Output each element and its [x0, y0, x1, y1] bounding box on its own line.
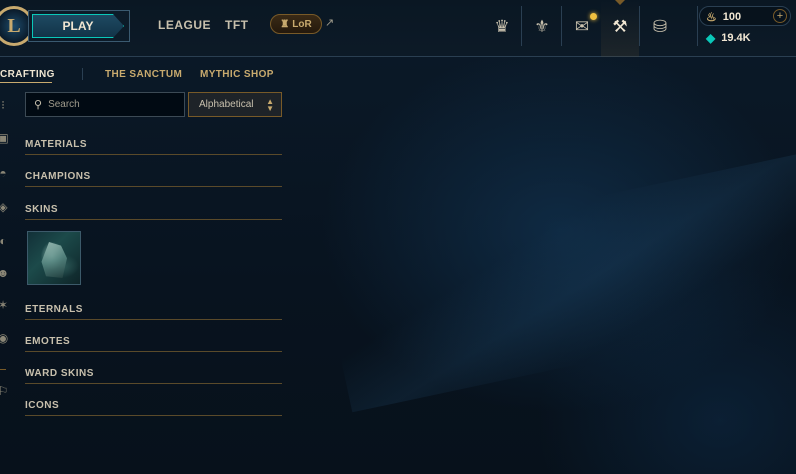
category-emotes[interactable]: EMOTES — [25, 336, 282, 352]
be-value: 19.4K — [721, 32, 751, 44]
search-field[interactable]: ⚲ — [25, 92, 185, 117]
tab-mythic-shop[interactable]: MYTHIC SHOP — [200, 69, 274, 80]
divider — [639, 6, 640, 46]
sort-dropdown[interactable]: Alphabetical ▲ ▼ — [188, 92, 282, 117]
crafting-icon[interactable]: ⚒ — [601, 10, 639, 44]
grid-icon[interactable]: ⁝ — [0, 98, 10, 112]
buy-rp-button[interactable]: + — [773, 9, 787, 23]
wand-icon[interactable]: ⚐ — [0, 384, 10, 398]
card-icon[interactable]: ▣ — [0, 131, 10, 145]
skin-shard-tile[interactable] — [27, 231, 81, 285]
chevron-down-icon: ▼ — [266, 104, 274, 113]
rail-divider — [0, 369, 6, 370]
category-divider — [25, 415, 282, 416]
notification-dot — [590, 13, 597, 20]
nav-league[interactable]: LEAGUE — [158, 18, 211, 32]
category-divider — [25, 186, 282, 187]
category-divider — [25, 219, 282, 220]
orb-icon[interactable]: ◐ — [0, 234, 10, 248]
top-bar: L PLAY LEAGUE TFT ♜ LoR ↗ ♛ ⚜ ✉ ⚒ ⛁ ♨ 10… — [0, 0, 796, 57]
mastery-icon[interactable]: ⚜ — [523, 10, 561, 44]
skin-artwork — [41, 242, 67, 278]
search-icon: ⚲ — [34, 99, 43, 111]
search-input[interactable] — [48, 99, 174, 110]
star-icon[interactable]: ✶ — [0, 298, 10, 312]
active-caret-icon — [615, 0, 625, 5]
category-divider — [25, 154, 282, 155]
sort-selected: Alphabetical — [199, 99, 254, 110]
rp-coin-icon: ♨ — [706, 10, 717, 24]
external-link-icon: ↗ — [325, 17, 335, 29]
nav-tft[interactable]: TFT — [225, 18, 249, 32]
category-divider — [25, 351, 282, 352]
emote-icon[interactable]: ☻ — [0, 266, 10, 280]
category-champions[interactable]: CHAMPIONS — [25, 171, 282, 187]
lor-icon: ♜ — [280, 18, 290, 30]
rp-value: 100 — [722, 11, 742, 23]
store-icon[interactable]: ⛁ — [641, 10, 679, 44]
tab-crafting[interactable]: CRAFTING — [0, 69, 55, 80]
lor-button[interactable]: ♜ LoR — [270, 14, 322, 34]
divider — [561, 6, 562, 46]
trophy-icon[interactable]: ♛ — [483, 10, 521, 44]
tab-the-sanctum[interactable]: THE SANCTUM — [105, 69, 182, 80]
play-button-frame: PLAY — [28, 10, 130, 42]
category-ward-skins[interactable]: WARD SKINS — [25, 368, 282, 384]
rp-balance[interactable]: ♨ 100 — [706, 10, 741, 24]
shield-icon[interactable]: ◈ — [0, 200, 10, 214]
ward-icon[interactable]: ◉ — [0, 331, 10, 345]
blue-essence-icon: ◆ — [706, 31, 716, 45]
sort-chevron-icon: ▲ ▼ — [266, 98, 274, 113]
helmet-icon[interactable]: ◓ — [0, 166, 10, 180]
play-button[interactable]: PLAY — [32, 14, 124, 38]
category-divider — [25, 319, 282, 320]
category-materials[interactable]: MATERIALS — [25, 139, 282, 155]
logo-letter: L — [7, 14, 21, 37]
divider — [697, 6, 698, 46]
category-eternals[interactable]: ETERNALS — [25, 304, 282, 320]
subnav-divider — [82, 68, 83, 80]
category-divider — [25, 383, 282, 384]
background-streak — [319, 147, 796, 413]
be-balance: ◆ 19.4K — [706, 31, 751, 45]
category-icons[interactable]: ICONS — [25, 400, 282, 416]
category-skins[interactable]: SKINS — [25, 204, 282, 220]
tab-crafting-underline — [0, 82, 52, 83]
lor-label: LoR — [292, 18, 312, 30]
divider — [521, 6, 522, 46]
